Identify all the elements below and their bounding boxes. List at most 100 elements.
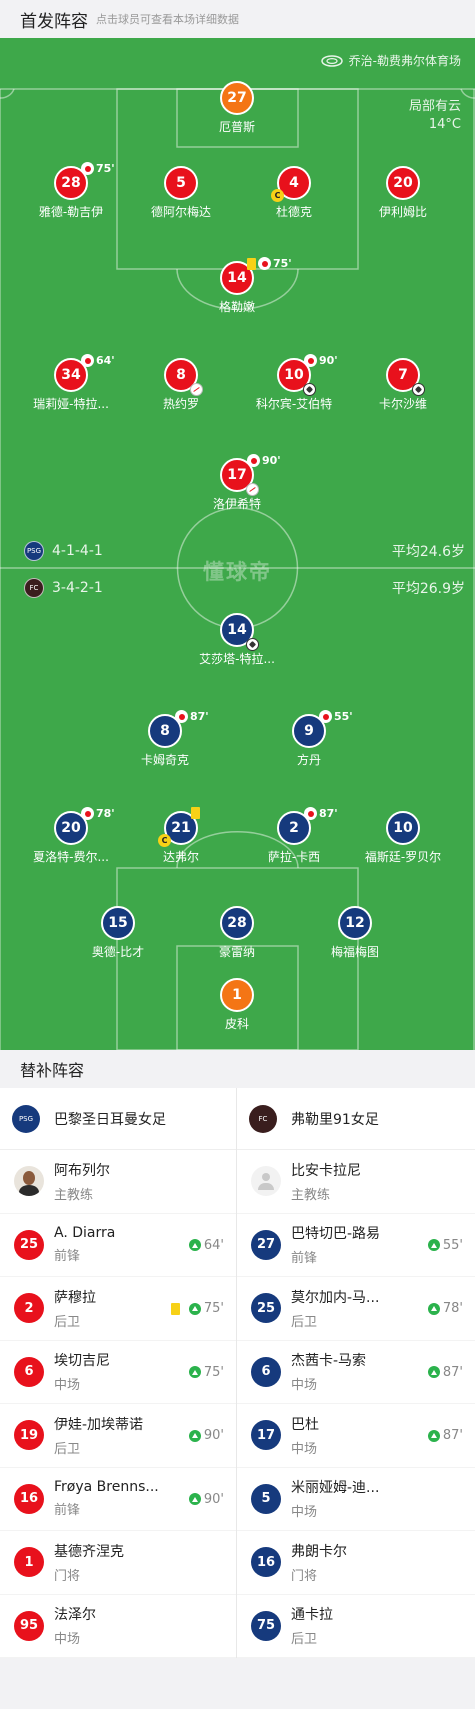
player-number: 7 xyxy=(398,367,408,383)
player-name: 福斯廷-罗贝尔 xyxy=(364,850,442,864)
sub-player-row[interactable]: 19 伊娃-加埃蒂诺 后卫 90' xyxy=(0,1404,236,1468)
player-number: 2 xyxy=(289,820,299,836)
sub-in-icon xyxy=(188,1239,201,1251)
sub-position: 中场 xyxy=(291,1441,318,1457)
sub-out-icon xyxy=(81,162,94,175)
player-marker[interactable]: 10 90' 科尔宾-艾伯特 xyxy=(239,354,349,412)
away-subs-column: FC 弗勒里91女足 比安卡拉尼 主教练 27 巴特切巴-路易 前锋 55' 25… xyxy=(237,1088,475,1658)
player-number: 12 xyxy=(338,906,372,940)
player-number: 5 xyxy=(164,166,198,200)
away-team-header[interactable]: FC 弗勒里91女足 xyxy=(237,1088,475,1150)
home-avg-age: 平均24.6岁 xyxy=(391,544,465,560)
player-marker[interactable]: 14 艾莎塔-特拉... xyxy=(182,613,292,667)
sub-player-row[interactable]: 2 萨穆拉 后卫 75' xyxy=(0,1277,236,1341)
sub-player-row[interactable]: 25 莫尔加内-马... 后卫 78' xyxy=(237,1277,475,1341)
player-marker[interactable]: 17 90' 洛伊希特 xyxy=(182,454,292,512)
sub-position: 后卫 xyxy=(54,1314,81,1330)
sub-player-row[interactable]: 16 Frøya Brenns... 前锋 90' xyxy=(0,1468,236,1531)
home-team-header[interactable]: PSG 巴黎圣日耳曼女足 xyxy=(0,1088,236,1150)
player-marker[interactable]: 5 德阿尔梅达 xyxy=(126,166,236,220)
player-marker[interactable]: 28 豪雷纳 xyxy=(182,906,292,960)
sub-in-time: 78' xyxy=(427,1301,463,1316)
player-name: 豪雷纳 xyxy=(218,945,255,959)
sub-in-icon xyxy=(188,1493,201,1505)
sub-out-indicator: 75' xyxy=(247,257,292,270)
player-marker[interactable]: 34 64' 瑞莉娅-特拉... xyxy=(16,354,126,412)
lineup-header: 首发阵容 点击球员可查看本场详细数据 xyxy=(0,0,475,38)
sub-player-row[interactable]: 16 弗朗卡尔 门将 xyxy=(237,1531,475,1595)
sub-position: 门将 xyxy=(54,1568,81,1584)
sub-out-indicator: 78' xyxy=(81,807,115,820)
player-name: 格勒嫩 xyxy=(218,300,255,314)
sub-out-icon xyxy=(319,710,332,723)
sub-name: 巴杜 xyxy=(291,1416,319,1433)
sub-player-row[interactable]: 17 巴杜 中场 87' xyxy=(237,1404,475,1468)
player-name: 夏洛特-费尔... xyxy=(33,850,109,864)
sub-out-icon xyxy=(304,807,317,820)
player-marker[interactable]: 1 皮科 xyxy=(182,978,292,1032)
sub-in-time: 90' xyxy=(188,1492,224,1507)
player-marker[interactable]: 20 伊利姆比 xyxy=(348,166,458,220)
sub-player-row[interactable]: 1 基德齐涅克 门将 xyxy=(0,1531,236,1595)
sub-player-row[interactable]: 75 通卡拉 后卫 xyxy=(237,1595,475,1658)
sub-in-time: 87' xyxy=(427,1365,463,1380)
player-number: 20 xyxy=(61,820,81,836)
player-name: 科尔宾-艾伯特 xyxy=(255,397,333,411)
player-marker[interactable]: 14 75' 格勒嫩 xyxy=(182,257,292,315)
stadium-icon xyxy=(320,54,343,67)
player-marker[interactable]: 15 奥德-比才 xyxy=(63,906,173,960)
player-marker[interactable]: 27 厄普斯 xyxy=(182,81,292,135)
sub-player-row[interactable]: 25 A. Diarra 前锋 64' xyxy=(0,1214,236,1277)
player-marker[interactable]: 8 87' 卡姆奇克 xyxy=(110,710,220,768)
player-number: 28 xyxy=(220,906,254,940)
page-title: 首发阵容 xyxy=(20,11,88,32)
player-number: 8 xyxy=(176,367,186,383)
sub-number: 5 xyxy=(251,1483,281,1514)
player-marker[interactable]: 10 福斯廷-罗贝尔 xyxy=(348,811,458,865)
player-marker[interactable]: 28 75' 雅德-勒吉伊 xyxy=(16,162,126,220)
sub-name: 巴特切巴-路易 xyxy=(291,1226,381,1243)
player-name: 卡姆奇克 xyxy=(140,753,189,767)
sub-position: 中场 xyxy=(54,1378,81,1394)
sub-in-icon xyxy=(427,1366,440,1378)
sub-out-indicator: 75' xyxy=(81,162,115,175)
sub-player-row[interactable]: 5 米丽娅姆-迪... 中场 xyxy=(237,1468,475,1531)
player-name: 皮科 xyxy=(224,1017,249,1031)
sub-out-icon xyxy=(81,354,94,367)
sub-number: 27 xyxy=(251,1229,281,1260)
coach-row[interactable]: 比安卡拉尼 主教练 xyxy=(237,1150,475,1214)
player-marker[interactable]: 20 78' 夏洛特-费尔... xyxy=(16,807,126,865)
player-number: 14 xyxy=(227,270,247,286)
player-marker[interactable]: 21 C 达弗尔 xyxy=(126,807,236,865)
sub-player-row[interactable]: 27 巴特切巴-路易 前锋 55' xyxy=(237,1214,475,1277)
sub-player-row[interactable]: 95 法泽尔 中场 xyxy=(0,1595,236,1658)
sub-out-indicator: 55' xyxy=(319,710,353,723)
venue-name: 乔治-勒费弗尔体育场 xyxy=(348,54,461,68)
sub-name: 埃切吉尼 xyxy=(54,1353,110,1370)
sub-name: 法泽尔 xyxy=(54,1607,96,1624)
player-marker[interactable]: 4 C 杜德克 xyxy=(239,166,349,220)
sub-in-time: 87' xyxy=(427,1428,463,1443)
sub-player-row[interactable]: 6 杰茜卡-马索 中场 87' xyxy=(237,1341,475,1404)
sub-position: 前锋 xyxy=(54,1503,81,1519)
sub-in-icon xyxy=(188,1302,201,1315)
player-marker[interactable]: 12 梅福梅图 xyxy=(300,906,410,960)
home-formation: 4-1-4-1 xyxy=(52,543,103,559)
sub-number: 95 xyxy=(14,1610,44,1641)
sub-number: 2 xyxy=(14,1293,44,1324)
player-marker[interactable]: 2 87' 萨拉-卡西 xyxy=(239,807,349,865)
sub-position: 前锋 xyxy=(54,1249,81,1265)
coach-row[interactable]: 阿布列尔 主教练 xyxy=(0,1150,236,1214)
player-name: 瑞莉娅-特拉... xyxy=(33,397,109,411)
player-name: 达弗尔 xyxy=(162,850,199,864)
player-marker[interactable]: 8 热约罗 xyxy=(126,358,236,412)
sub-position: 中场 xyxy=(291,1505,318,1521)
sub-player-row[interactable]: 6 埃切吉尼 中场 75' xyxy=(0,1341,236,1404)
subs-title: 替补阵容 xyxy=(0,1050,475,1088)
away-formation: 3-4-2-1 xyxy=(52,580,103,596)
player-name: 德阿尔梅达 xyxy=(150,205,211,219)
player-marker[interactable]: 9 55' 方丹 xyxy=(254,710,364,768)
sub-number: 25 xyxy=(14,1229,44,1260)
player-number: 14 xyxy=(227,622,247,638)
player-marker[interactable]: 7 卡尔沙维 xyxy=(348,358,458,412)
